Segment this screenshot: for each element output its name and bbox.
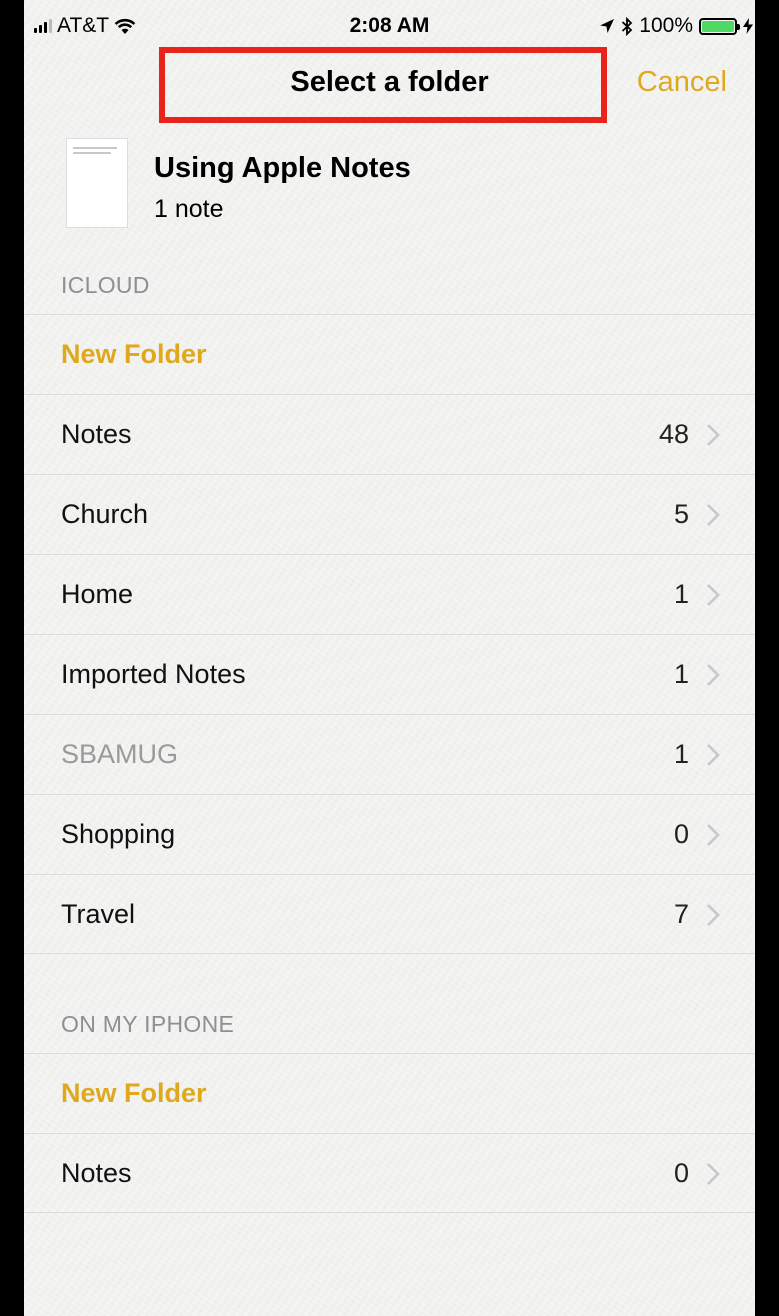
folder-row-sbamug[interactable]: SBAMUG 1	[24, 714, 755, 794]
chevron-right-icon	[707, 744, 720, 766]
folder-name: Home	[61, 579, 134, 609]
folder-name: SBAMUG	[61, 739, 179, 769]
folder-row-notes[interactable]: Notes 48	[24, 394, 755, 474]
folder-count: 1	[673, 739, 689, 769]
folder-name: Church	[61, 499, 149, 529]
folder-count: 48	[658, 419, 689, 449]
folder-row-iphone-notes[interactable]: Notes 0	[24, 1133, 755, 1213]
chevron-right-icon	[707, 824, 720, 846]
folder-count: 5	[673, 499, 689, 529]
folder-name: Imported Notes	[61, 659, 246, 689]
note-thumbnail	[66, 138, 128, 228]
folder-name: Travel	[61, 899, 136, 929]
status-right: 100%	[599, 14, 753, 38]
bluetooth-icon	[622, 16, 633, 36]
folder-row-home[interactable]: Home 1	[24, 554, 755, 634]
folder-count: 0	[673, 1158, 689, 1188]
cancel-button[interactable]: Cancel	[637, 66, 727, 99]
chevron-right-icon	[707, 424, 720, 446]
new-folder-label: New Folder	[61, 339, 207, 369]
folder-name: Notes	[61, 419, 132, 449]
folder-row-church[interactable]: Church 5	[24, 474, 755, 554]
section-header-icloud: ICLOUD	[61, 272, 150, 298]
folder-count: 7	[673, 899, 689, 929]
note-title: Using Apple Notes	[154, 152, 411, 184]
charging-icon	[743, 18, 753, 34]
folder-count: 1	[673, 579, 689, 609]
location-icon	[600, 19, 615, 33]
folder-row-travel[interactable]: Travel 7	[24, 874, 755, 954]
folder-count: 0	[673, 819, 689, 849]
note-count: 1 note	[154, 195, 224, 223]
chevron-right-icon	[707, 904, 720, 926]
folder-row-shopping[interactable]: Shopping 0	[24, 794, 755, 874]
chevron-right-icon	[707, 1163, 720, 1185]
folder-count: 1	[673, 659, 689, 689]
section-header-on-my-iphone: ON MY IPHONE	[61, 1011, 235, 1037]
new-folder-label: New Folder	[61, 1078, 207, 1108]
status-bar: AT&T 2:08 AM 100%	[24, 0, 755, 52]
folder-name: Notes	[61, 1158, 132, 1188]
folder-name: Shopping	[61, 819, 176, 849]
screen: AT&T 2:08 AM 100% Select a folder Cancel	[24, 0, 755, 1316]
new-folder-button-icloud[interactable]: New Folder	[24, 314, 755, 394]
chevron-right-icon	[707, 584, 720, 606]
chevron-right-icon	[707, 664, 720, 686]
title-highlight-box	[159, 47, 607, 123]
folder-row-imported-notes[interactable]: Imported Notes 1	[24, 634, 755, 714]
new-folder-button-on-my-iphone[interactable]: New Folder	[24, 1053, 755, 1133]
battery-percent: 100%	[639, 14, 693, 37]
chevron-right-icon	[707, 504, 720, 526]
battery-icon	[699, 17, 740, 35]
